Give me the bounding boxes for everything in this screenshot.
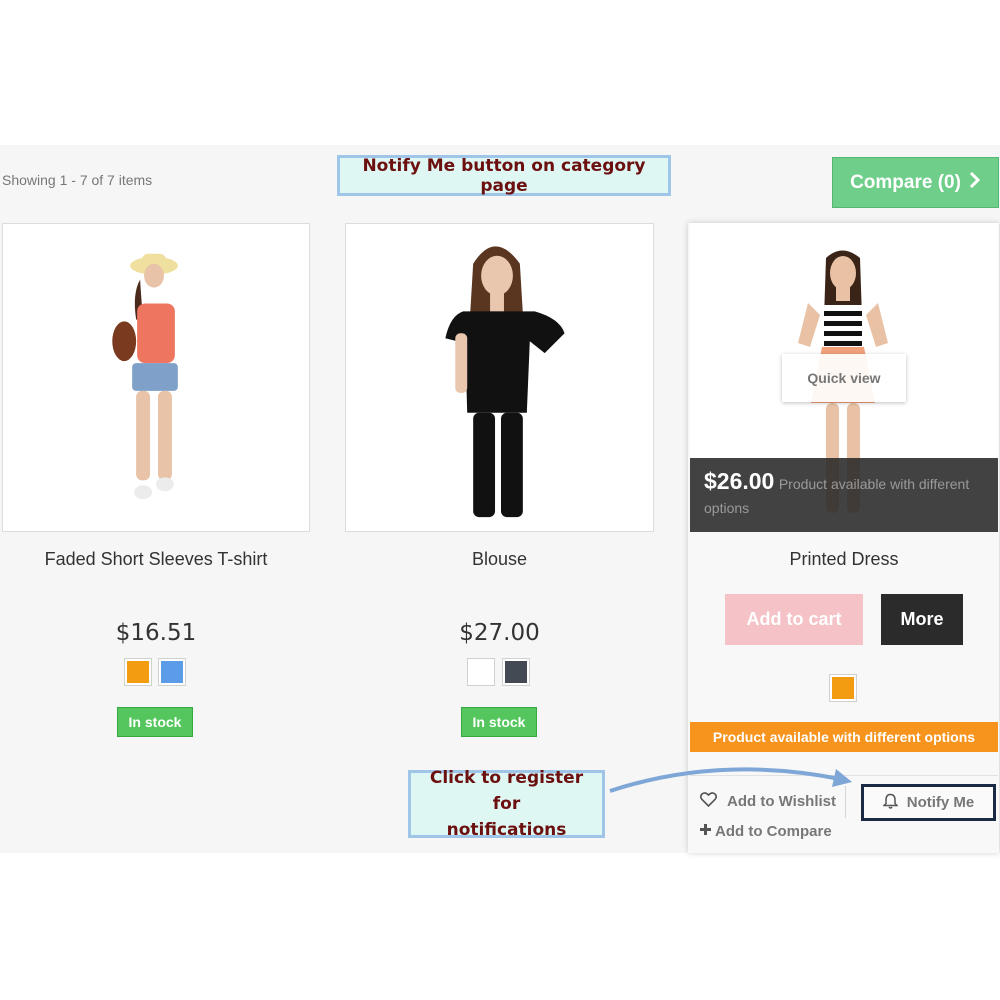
model-figure-1 bbox=[112, 253, 178, 500]
notify-callout-top: Notify Me button on category page bbox=[337, 155, 671, 196]
product-name[interactable]: Faded Short Sleeves T-shirt bbox=[2, 549, 310, 570]
swatch-fill bbox=[470, 661, 492, 683]
pointer-arrow bbox=[609, 767, 852, 793]
color-swatch-orange[interactable] bbox=[829, 674, 857, 702]
showing-count: Showing 1 - 7 of 7 items bbox=[2, 172, 153, 188]
notify-me-button[interactable]: Notify Me bbox=[861, 784, 996, 821]
product-name[interactable]: Printed Dress bbox=[690, 549, 998, 570]
in-stock-badge: In stock bbox=[117, 707, 193, 737]
swatch-fill bbox=[505, 661, 527, 683]
add-to-cart-button[interactable]: Add to cart bbox=[725, 594, 863, 645]
product-price: $27.00 bbox=[459, 620, 540, 646]
compare-label: Compare (0) bbox=[850, 171, 961, 193]
callout-bottom-line1: Click to register for bbox=[429, 768, 584, 814]
product-name[interactable]: Blouse bbox=[345, 549, 654, 570]
plus-icon bbox=[699, 823, 712, 840]
callout-bottom-line2: notifications bbox=[446, 820, 567, 840]
swatch-fill bbox=[832, 677, 854, 699]
product-price: $16.51 bbox=[115, 620, 197, 646]
color-swatch-orange[interactable] bbox=[124, 658, 152, 686]
overlay-price: $26.00 bbox=[704, 468, 775, 494]
compare-link-label: Add to Compare bbox=[715, 823, 832, 840]
chevron-right-icon bbox=[969, 171, 981, 195]
quick-view-button[interactable]: Quick view bbox=[782, 354, 906, 402]
bell-icon bbox=[881, 793, 899, 813]
availability-bar: Product available with different options bbox=[690, 722, 998, 752]
notify-label: Notify Me bbox=[906, 794, 975, 811]
add-to-compare-link[interactable]: Add to Compare bbox=[699, 823, 832, 840]
swatch-fill bbox=[161, 661, 183, 683]
color-swatch-dark[interactable] bbox=[502, 658, 530, 686]
price-overlay: $26.00 Product available with different … bbox=[690, 458, 998, 532]
swatch-fill bbox=[127, 661, 149, 683]
notify-callout-bottom: Click to register for notifications bbox=[408, 768, 605, 840]
callout-top-text: Notify Me button on category page bbox=[362, 155, 646, 196]
model-figure-2 bbox=[445, 246, 565, 518]
more-button[interactable]: More bbox=[881, 594, 963, 645]
compare-button[interactable]: Compare (0) bbox=[832, 157, 999, 208]
color-swatch-blue[interactable] bbox=[158, 658, 186, 686]
in-stock-badge: In stock bbox=[461, 707, 537, 737]
product-image-tshirt[interactable] bbox=[2, 223, 310, 532]
product-image-blouse[interactable] bbox=[345, 223, 654, 532]
color-swatch-white[interactable] bbox=[467, 658, 495, 686]
